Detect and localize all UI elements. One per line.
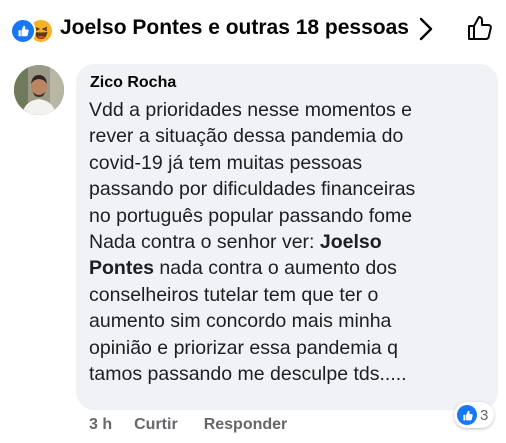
reply-button[interactable]: Responder (204, 416, 288, 434)
reactions-header[interactable]: Joelso Pontes e outras 18 pessoas (0, 0, 506, 60)
reactors-title[interactable]: Joelso Pontes e outras 18 pessoas (60, 16, 409, 40)
reaction-icons (10, 18, 56, 44)
comment-author[interactable]: Zico Rocha (90, 74, 176, 92)
comment-text: Vdd a prioridades nesse momentos e rever… (89, 99, 416, 386)
chevron-right-icon[interactable] (418, 16, 434, 47)
reaction-count-badge[interactable]: 3 (454, 402, 495, 428)
comment-actions: 3 h Curtir Responder (89, 414, 313, 436)
comment-time[interactable]: 3 h (89, 416, 112, 434)
like-button[interactable]: Curtir (134, 416, 178, 434)
avatar[interactable] (14, 65, 64, 115)
like-icon (457, 405, 477, 425)
like-icon (10, 18, 36, 44)
reaction-count: 3 (480, 406, 489, 424)
like-outline-icon[interactable] (466, 14, 494, 47)
